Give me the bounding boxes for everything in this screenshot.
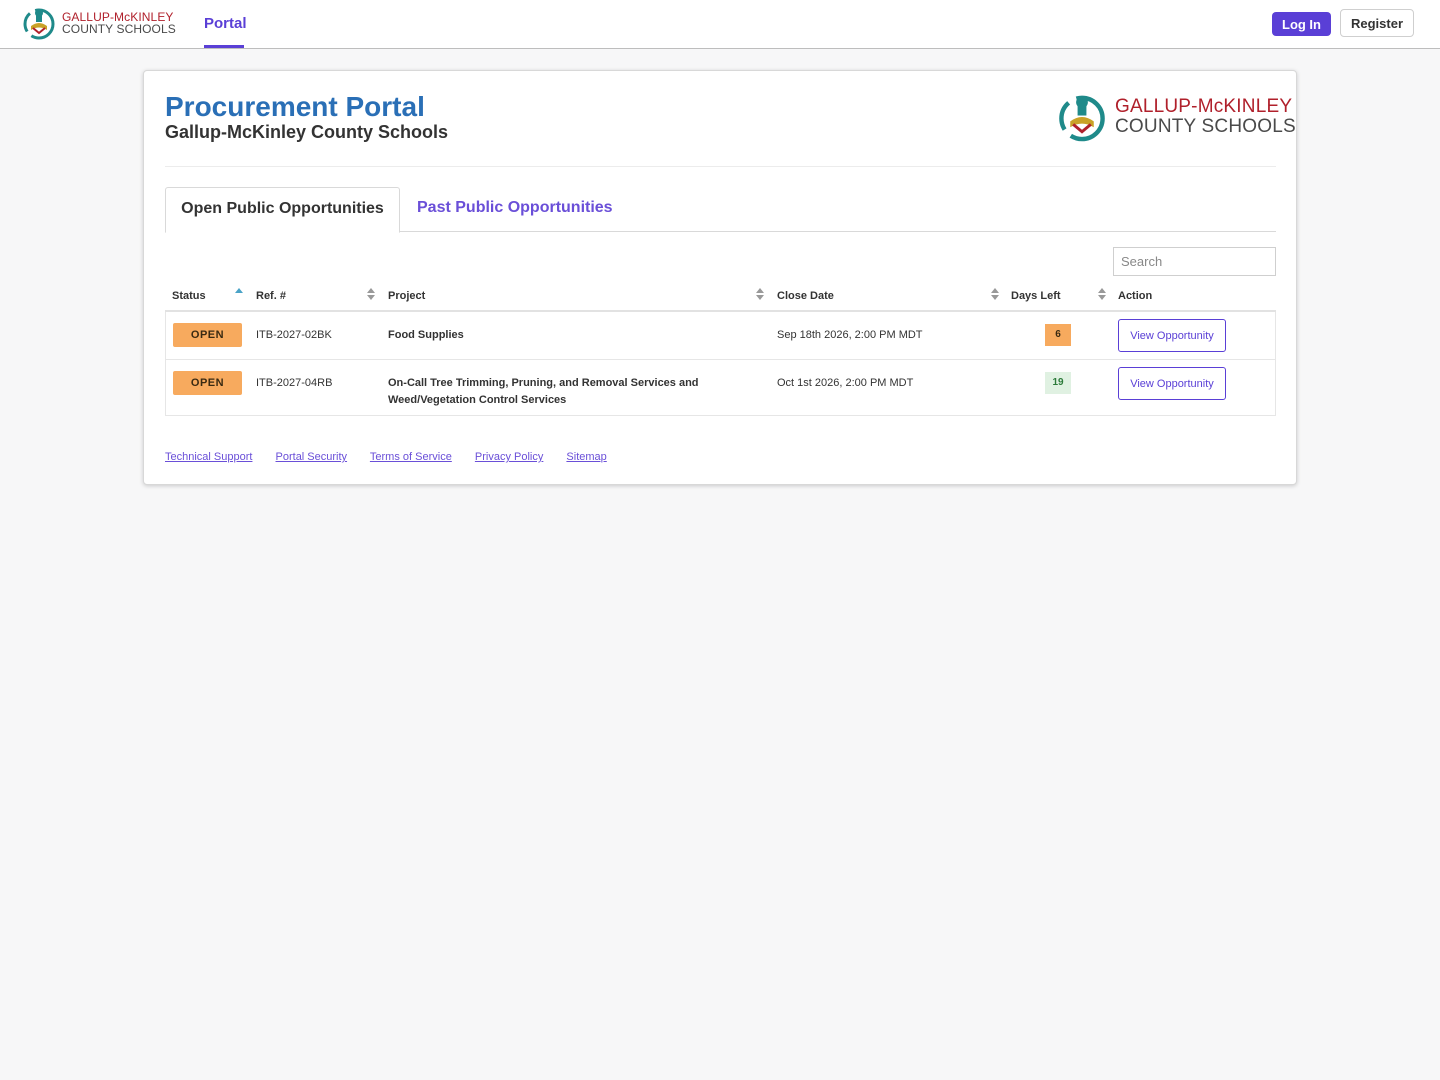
footer-link-terms-of-service[interactable]: Terms of Service <box>370 451 452 463</box>
logo-wordmark: GALLUP-McKINLEY COUNTY SCHOOLS <box>62 11 176 35</box>
top-navbar: GALLUP-McKINLEY COUNTY SCHOOLS Portal Lo… <box>0 0 1440 49</box>
header-ref[interactable]: Ref. # <box>256 290 286 302</box>
login-button[interactable]: Log In <box>1272 12 1331 36</box>
header-action: Action <box>1118 290 1153 302</box>
district-emblem-icon <box>1059 95 1105 142</box>
sort-ascending-icon[interactable] <box>235 288 243 302</box>
procurement-card: Procurement Portal Gallup-McKinley Count… <box>143 70 1297 485</box>
project-name: Food Supplies <box>388 329 464 341</box>
ref-number: ITB-2027-02BK <box>256 329 332 341</box>
header-divider <box>165 166 1276 167</box>
sort-icon[interactable] <box>367 288 375 302</box>
logo-line-2: COUNTY SCHOOLS <box>1115 116 1296 137</box>
header-days-left[interactable]: Days Left <box>1011 290 1061 302</box>
district-logo[interactable]: GALLUP-McKINLEY COUNTY SCHOOLS <box>22 6 176 40</box>
ref-number: ITB-2027-04RB <box>256 377 333 389</box>
tab-open-opportunities[interactable]: Open Public Opportunities <box>165 187 400 233</box>
view-opportunity-button[interactable]: View Opportunity <box>1118 319 1226 352</box>
view-opportunity-button[interactable]: View Opportunity <box>1118 367 1226 400</box>
footer-link-privacy-policy[interactable]: Privacy Policy <box>475 451 543 463</box>
search-input[interactable] <box>1113 247 1276 276</box>
header-project[interactable]: Project <box>388 290 425 302</box>
footer-link-technical-support[interactable]: Technical Support <box>165 451 252 463</box>
header-close-date[interactable]: Close Date <box>777 290 834 302</box>
days-left-badge: 6 <box>1045 324 1071 346</box>
header-district-logo: GALLUP-McKINLEY COUNTY SCHOOLS <box>1057 91 1296 143</box>
logo-line-2: COUNTY SCHOOLS <box>62 22 176 36</box>
status-badge: OPEN <box>173 323 242 347</box>
district-emblem-icon <box>23 8 55 40</box>
sort-icon[interactable] <box>1098 288 1106 302</box>
table-row: OPEN ITB-2027-02BK Food Supplies Sep 18t… <box>166 312 1275 359</box>
table-row: OPEN ITB-2027-04RB On-Call Tree Trimming… <box>166 359 1275 415</box>
opportunities-table: Status Ref. # Project Close Date Days Le… <box>165 281 1276 416</box>
register-button[interactable]: Register <box>1340 9 1414 37</box>
logo-line-1: GALLUP-McKINLEY <box>1115 96 1293 117</box>
sort-icon[interactable] <box>991 288 999 302</box>
status-badge: OPEN <box>173 371 242 395</box>
project-name: On-Call Tree Trimming, Pruning, and Remo… <box>388 377 699 406</box>
tab-past-opportunities[interactable]: Past Public Opportunities <box>417 187 613 231</box>
header-status[interactable]: Status <box>172 290 206 302</box>
table-body: OPEN ITB-2027-02BK Food Supplies Sep 18t… <box>165 312 1276 416</box>
page-title: Procurement Portal <box>165 91 425 122</box>
footer-link-sitemap[interactable]: Sitemap <box>566 451 606 463</box>
days-left-badge: 19 <box>1045 372 1071 394</box>
close-date: Oct 1st 2026, 2:00 PM MDT <box>777 377 914 389</box>
nav-tab-active-indicator <box>204 45 244 48</box>
nav-tab-portal[interactable]: Portal <box>204 0 247 48</box>
footer-links: Technical Support Portal Security Terms … <box>165 451 627 463</box>
table-header: Status Ref. # Project Close Date Days Le… <box>165 281 1276 312</box>
close-date: Sep 18th 2026, 2:00 PM MDT <box>777 329 923 341</box>
page-subtitle: Gallup-McKinley County Schools <box>165 122 449 142</box>
sort-icon[interactable] <box>756 288 764 302</box>
footer-link-portal-security[interactable]: Portal Security <box>276 451 348 463</box>
logo-wordmark: GALLUP-McKINLEY COUNTY SCHOOLS <box>1115 97 1296 137</box>
